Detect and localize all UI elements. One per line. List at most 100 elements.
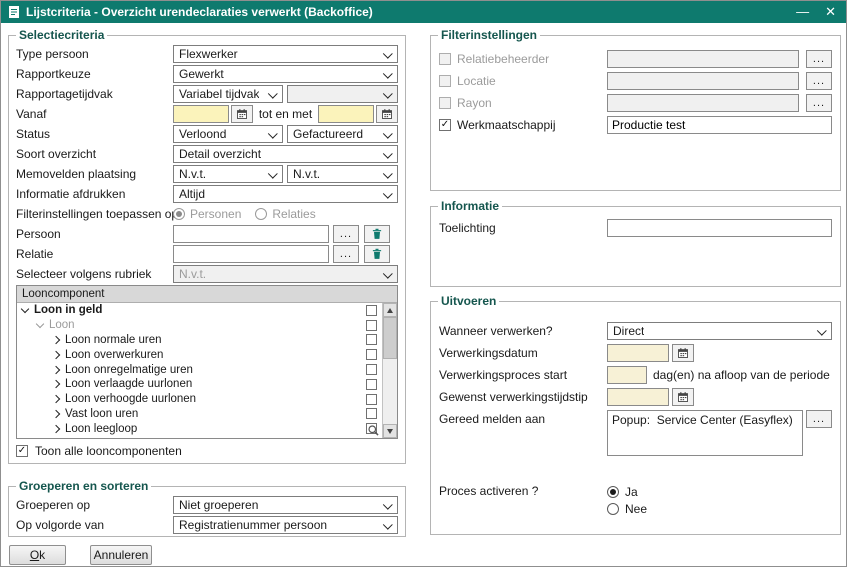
- status-sub-dropdown[interactable]: Gefactureerd: [287, 125, 398, 143]
- close-button[interactable]: ✕: [825, 1, 836, 23]
- informatie-afdrukken-label: Informatie afdrukken: [16, 187, 173, 201]
- tree-row[interactable]: Loon verlaagde uurlonen: [17, 377, 397, 392]
- rapportagetijdvak-dropdown[interactable]: Variabel tijdvak: [173, 85, 283, 103]
- locatie-input[interactable]: [607, 72, 799, 90]
- tree-row[interactable]: Vast loon uren: [17, 407, 397, 422]
- personen-radio[interactable]: [173, 208, 185, 220]
- chevron-down-icon: [383, 128, 393, 138]
- chevron-collapsed-icon[interactable]: [52, 351, 60, 359]
- chevron-collapsed-icon[interactable]: [52, 336, 60, 344]
- calendar-icon: [677, 391, 689, 403]
- row-proces-activeren: Proces activeren ? Ja Nee: [438, 484, 833, 520]
- werkmaatschappij-input[interactable]: [607, 116, 832, 134]
- gereed-melden-browse-button[interactable]: ...: [806, 410, 832, 428]
- proces-start-input[interactable]: [607, 366, 647, 384]
- ok-button[interactable]: Ok: [9, 545, 66, 565]
- chevron-collapsed-icon[interactable]: [52, 410, 60, 418]
- proces-activeren-label: Proces activeren ?: [439, 484, 607, 498]
- scroll-thumb[interactable]: [383, 317, 397, 359]
- tree-checkbox[interactable]: [366, 379, 377, 390]
- calendar-icon: [677, 347, 689, 359]
- tree-checkbox[interactable]: [366, 349, 377, 360]
- vanaf-date-input[interactable]: [173, 105, 229, 123]
- verwerkingsdatum-calendar-button[interactable]: [672, 344, 694, 362]
- tree-row[interactable]: Loon verhoogde uurlonen: [17, 392, 397, 407]
- annuleren-button[interactable]: Annuleren: [90, 545, 152, 565]
- vanaf-calendar-button[interactable]: [231, 105, 253, 123]
- nee-radio[interactable]: [607, 503, 619, 515]
- dialog-window: Lijstcriteria - Overzicht urendeclaratie…: [0, 0, 847, 567]
- rayon-browse-button[interactable]: ...: [806, 94, 832, 112]
- chevron-collapsed-icon[interactable]: [52, 365, 60, 373]
- tree-checkbox[interactable]: [366, 408, 377, 419]
- tree-header: Looncomponent: [17, 286, 397, 303]
- relatie-input[interactable]: [173, 245, 329, 263]
- groeperen-op-dropdown[interactable]: Niet groeperen: [173, 496, 398, 514]
- relaties-radio[interactable]: [255, 208, 267, 220]
- row-gereed-melden: Gereed melden aan Popup: Service Center …: [438, 408, 833, 462]
- scroll-down-button[interactable]: [383, 424, 397, 438]
- volgorde-dropdown[interactable]: Registratienummer persoon: [173, 516, 398, 534]
- chevron-expanded-icon[interactable]: [36, 320, 44, 328]
- relatiebeheerder-browse-button[interactable]: ...: [806, 50, 832, 68]
- tree-row[interactable]: Loon leegloop: [17, 421, 397, 436]
- row-wanneer: Wanneer verwerken? Direct: [438, 320, 833, 342]
- tijdstip-calendar-button[interactable]: [672, 388, 694, 406]
- tree-row[interactable]: Loon: [17, 318, 397, 333]
- soort-overzicht-dropdown[interactable]: Detail overzicht: [173, 145, 398, 163]
- tot-en-met-date-input[interactable]: [318, 105, 374, 123]
- persoon-input[interactable]: [173, 225, 329, 243]
- chevron-down-icon: [383, 188, 393, 198]
- tree-checkbox[interactable]: [366, 305, 377, 316]
- rayon-input[interactable]: [607, 94, 799, 112]
- type-persoon-dropdown[interactable]: Flexwerker: [173, 45, 398, 63]
- row-tijdstip: Gewenst verwerkingstijdstip: [438, 386, 833, 408]
- tree-scrollbar[interactable]: [382, 303, 397, 438]
- wanneer-dropdown[interactable]: Direct: [607, 322, 832, 340]
- tree-row[interactable]: Loon in geld: [17, 303, 397, 318]
- relatie-clear-button[interactable]: [364, 245, 390, 263]
- selecteer-rubriek-dropdown[interactable]: N.v.t.: [173, 265, 398, 283]
- tree-row[interactable]: Loon onregelmatige uren: [17, 362, 397, 377]
- report-icon: [8, 5, 20, 19]
- relatie-browse-button[interactable]: ...: [333, 245, 359, 263]
- persoon-browse-button[interactable]: ...: [333, 225, 359, 243]
- rapportagetijdvak-sub-dropdown[interactable]: [287, 85, 398, 103]
- ja-radio[interactable]: [607, 486, 619, 498]
- rapportkeuze-dropdown[interactable]: Gewerkt: [173, 65, 398, 83]
- tree-row[interactable]: Loon overwerkuren: [17, 347, 397, 362]
- werkmaatschappij-checkbox[interactable]: [439, 119, 451, 131]
- tree-checkbox[interactable]: [366, 394, 377, 405]
- chevron-expanded-icon[interactable]: [21, 305, 29, 313]
- toelichting-input[interactable]: [607, 219, 832, 237]
- tree-checkbox[interactable]: [366, 334, 377, 345]
- informatie-afdrukken-dropdown[interactable]: Altijd: [173, 185, 398, 203]
- locatie-checkbox[interactable]: [439, 75, 451, 87]
- locatie-browse-button[interactable]: ...: [806, 72, 832, 90]
- tot-en-met-label: tot en met: [259, 107, 312, 121]
- verwerkingsdatum-input[interactable]: [607, 344, 669, 362]
- chevron-collapsed-icon[interactable]: [52, 380, 60, 388]
- relatiebeheerder-input[interactable]: [607, 50, 799, 68]
- toon-alle-checkbox[interactable]: [16, 445, 28, 457]
- tijdstip-input[interactable]: [607, 388, 669, 406]
- row-rapportkeuze: Rapportkeuze Gewerkt: [16, 64, 398, 84]
- titlebar: Lijstcriteria - Overzicht urendeclaratie…: [1, 1, 846, 23]
- row-relatiebeheerder: Relatiebeheerder ...: [438, 48, 833, 70]
- tree-checkbox[interactable]: [366, 320, 377, 331]
- gereed-melden-box[interactable]: Popup: Service Center (Easyflex): [607, 410, 803, 456]
- status-dropdown[interactable]: Verloond: [173, 125, 283, 143]
- relatiebeheerder-checkbox[interactable]: [439, 53, 451, 65]
- persoon-clear-button[interactable]: [364, 225, 390, 243]
- tree-checkbox[interactable]: [366, 364, 377, 375]
- rayon-checkbox[interactable]: [439, 97, 451, 109]
- minimize-button[interactable]: —: [796, 1, 809, 23]
- search-icon[interactable]: [367, 424, 380, 437]
- chevron-collapsed-icon[interactable]: [52, 395, 60, 403]
- memovelden-dropdown[interactable]: N.v.t.: [173, 165, 283, 183]
- chevron-collapsed-icon[interactable]: [52, 425, 60, 433]
- memovelden-sub-dropdown[interactable]: N.v.t.: [287, 165, 398, 183]
- tot-en-met-calendar-button[interactable]: [376, 105, 398, 123]
- tree-row[interactable]: Loon normale uren: [17, 333, 397, 348]
- scroll-up-button[interactable]: [383, 303, 397, 317]
